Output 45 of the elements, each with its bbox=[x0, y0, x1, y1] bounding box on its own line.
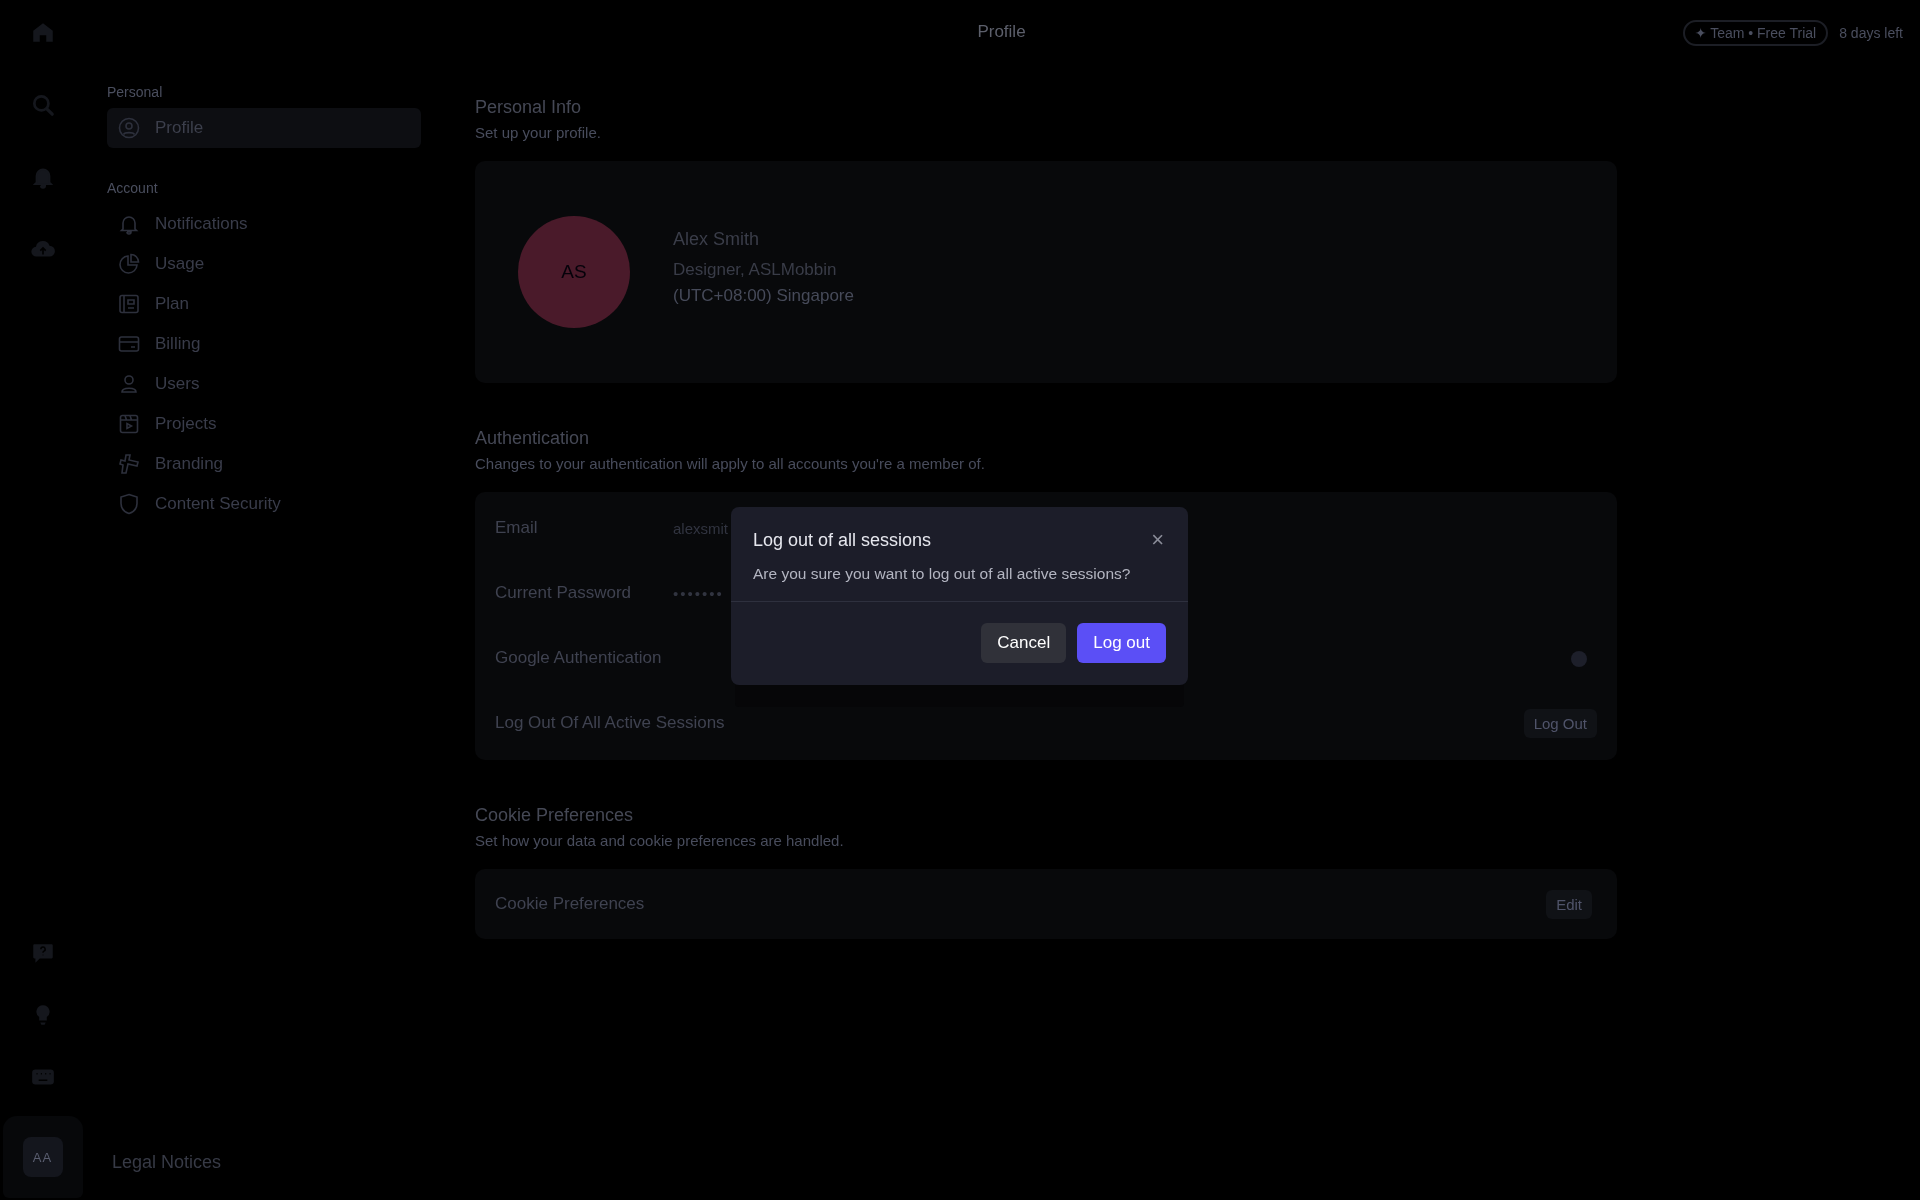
field-label: Log Out Of All Active Sessions bbox=[495, 712, 725, 735]
sidebar-item[interactable]: Notifications bbox=[107, 204, 421, 244]
section-subtitle: Set how your data and cookie preferences are handled. bbox=[475, 832, 845, 849]
sidebar-item[interactable]: Projects bbox=[107, 404, 421, 444]
cancel-button[interactable]: Cancel bbox=[981, 623, 1067, 663]
avatar: AS bbox=[518, 216, 630, 328]
page-title: Profile bbox=[977, 22, 1026, 42]
field-label: Current Password bbox=[495, 582, 633, 605]
video-clip-icon bbox=[117, 412, 141, 436]
section-subtitle: Changes to your authentication will apply to all accounts you're a member of. bbox=[475, 455, 986, 472]
log-out-button[interactable]: Log Out bbox=[1523, 709, 1597, 738]
field-label: Cookie Preferences bbox=[495, 892, 646, 915]
sidebar-item[interactable]: Billing bbox=[107, 324, 421, 364]
trial-remaining-text: 8 days left bbox=[1839, 25, 1903, 41]
sidebar-section-title: Personal bbox=[107, 84, 164, 100]
section-title: Cookie Preferences bbox=[475, 805, 635, 826]
layout-icon bbox=[117, 292, 141, 316]
section-title: Personal Info bbox=[475, 97, 583, 118]
plan-badge[interactable]: ✦ Team • Free Trial bbox=[1682, 20, 1829, 46]
pie-chart-icon bbox=[117, 252, 141, 276]
sidebar-item[interactable]: Usage bbox=[107, 244, 421, 284]
sidebar-item[interactable]: Content Security bbox=[107, 484, 421, 524]
section-title: Authentication bbox=[475, 428, 591, 449]
user-circle-icon bbox=[117, 116, 141, 140]
user-timezone: (UTC+08:00) Singapore bbox=[673, 285, 854, 306]
user-role: Designer, ASLMobbin bbox=[673, 259, 838, 280]
close-button[interactable]: × bbox=[1147, 529, 1168, 551]
workspace-avatar[interactable]: AA bbox=[22, 1137, 63, 1177]
shield-icon bbox=[117, 492, 141, 516]
legal-notices-link[interactable]: Legal Notices bbox=[107, 1152, 475, 1173]
dialog-title: Log out of all sessions bbox=[753, 529, 932, 551]
dialog-message: Are you sure you want to log out of all active sessions? bbox=[753, 565, 1132, 583]
field-label: Google Authentication bbox=[495, 647, 663, 670]
section-subtitle: Set up your profile. bbox=[475, 124, 602, 141]
sidebar-item[interactable]: Plan bbox=[107, 284, 421, 324]
password-value: ••••••• bbox=[673, 585, 724, 602]
sidebar-item[interactable]: Users bbox=[107, 364, 421, 404]
sidebar-section-title: Account bbox=[107, 180, 159, 196]
account-switcher[interactable]: AA bbox=[2, 1116, 83, 1198]
user-name: Alex Smith bbox=[673, 228, 761, 250]
edit-button[interactable]: Edit bbox=[1546, 889, 1592, 919]
field-label: Email bbox=[495, 517, 539, 540]
log-out-button[interactable]: Log out bbox=[1077, 623, 1166, 663]
sidebar-item[interactable]: Profile bbox=[107, 108, 421, 148]
sidebar-item[interactable]: Branding bbox=[107, 444, 421, 484]
